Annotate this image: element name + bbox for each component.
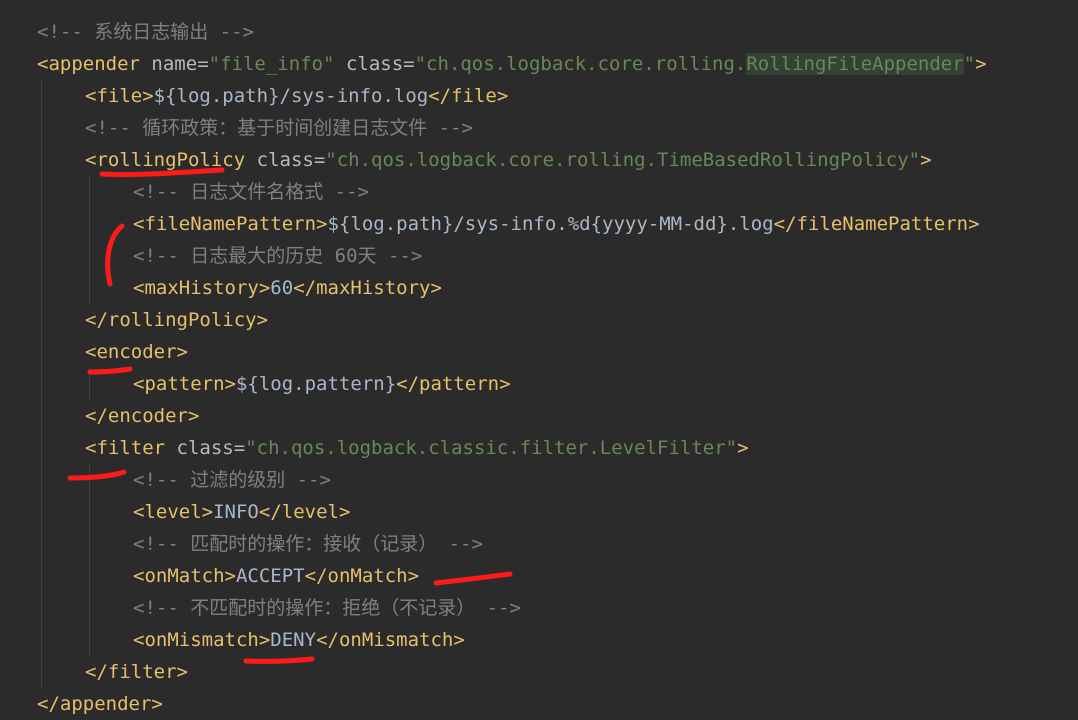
underline-rolling-policy (99, 167, 225, 178)
underline-encoder (87, 366, 133, 375)
annotation-layer (67, 167, 513, 664)
underline-filter (67, 469, 127, 481)
underline-on-mismatch (243, 656, 315, 664)
code-editor[interactable]: <!-- 系统日志输出 --> <appender name="file_info… (0, 0, 1078, 715)
underline-on-match (433, 571, 513, 586)
bracket-file-name-pattern (105, 223, 125, 287)
